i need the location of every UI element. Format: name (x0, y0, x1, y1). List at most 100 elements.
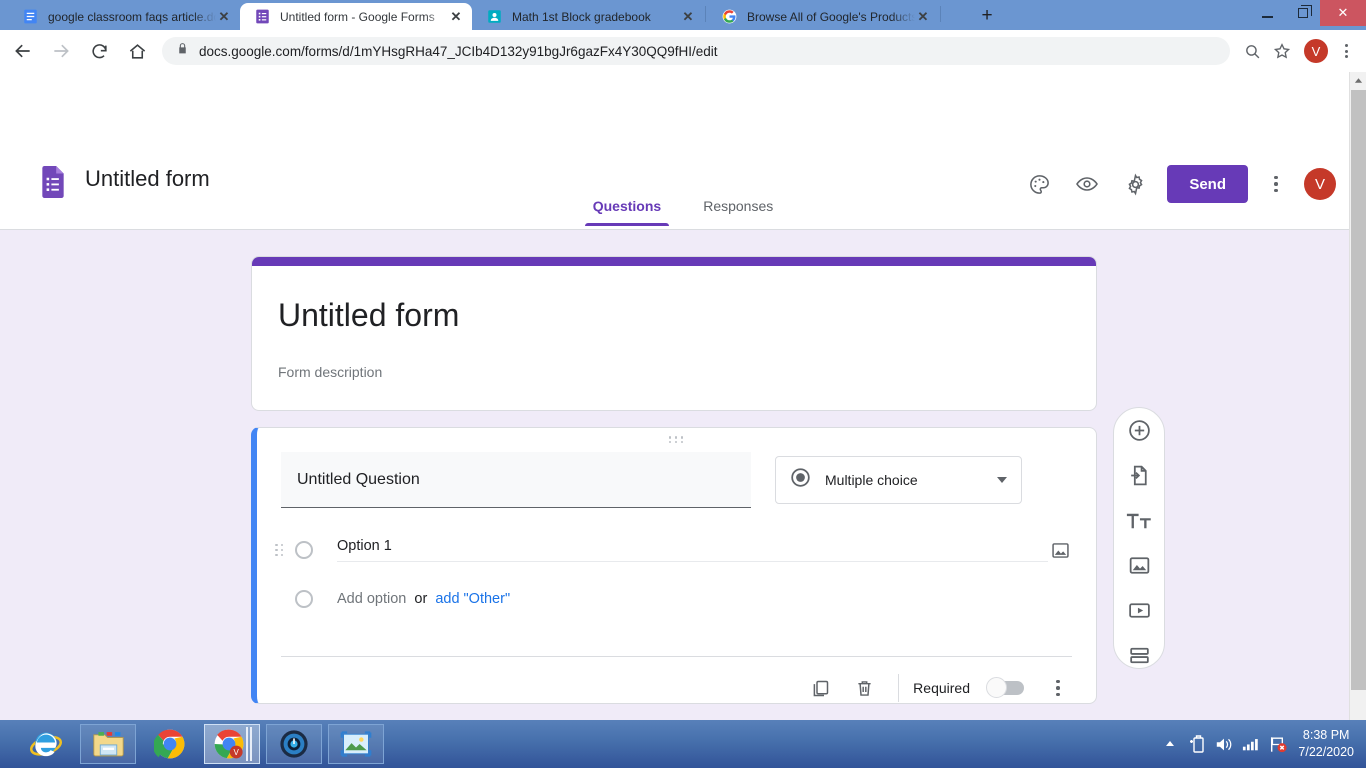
option-1-input[interactable]: Option 1 (337, 538, 1048, 562)
forms-header: Untitled form Send V (0, 72, 1366, 203)
minimize-button[interactable] (1250, 0, 1285, 26)
add-option-button[interactable]: Add option (337, 591, 406, 607)
form-tabs: Questions Responses (0, 188, 1366, 230)
tab-questions[interactable]: Questions (577, 188, 677, 226)
forward-icon (46, 36, 76, 66)
google-docs-icon (22, 9, 38, 25)
action-center-flag-error-icon[interactable] (1269, 733, 1287, 755)
network-signal-icon[interactable] (1242, 733, 1260, 755)
google-contacts-icon (486, 9, 502, 25)
scrollbar-thumb[interactable] (1351, 90, 1366, 690)
close-icon[interactable]: ✕ (680, 9, 696, 25)
browser-tab-1[interactable]: google classroom faqs article.doc ✕ (8, 3, 240, 30)
lock-icon (176, 42, 189, 60)
google-g-icon (721, 9, 737, 25)
or-label: or (414, 591, 428, 607)
add-title-icon (1125, 508, 1153, 534)
window-controls: ✕ (1250, 0, 1366, 26)
system-tray: 8:38 PM 7/22/2020 (1161, 720, 1360, 768)
back-icon[interactable] (8, 36, 38, 66)
question-actions: Required (800, 668, 1076, 708)
page-content: Untitled form Send V Questions Responses… (0, 72, 1366, 736)
form-canvas: Untitled form Form description Untitled … (0, 230, 1366, 736)
zoom-icon[interactable] (1238, 37, 1266, 65)
add-option-row-text: Add option or add "Other" (337, 591, 1072, 607)
volume-icon[interactable] (1215, 733, 1233, 755)
form-name-input[interactable]: Untitled form (278, 297, 1072, 334)
omnibox-actions: V (1238, 37, 1366, 65)
chrome-menu-icon[interactable] (1334, 44, 1358, 58)
taskbar-apps: V (18, 724, 384, 764)
close-icon[interactable]: ✕ (915, 9, 931, 25)
required-toggle[interactable] (986, 677, 1024, 698)
restore-button[interactable] (1285, 0, 1320, 26)
browser-tab-4[interactable]: Browse All of Google's Products & ✕ (707, 3, 939, 30)
question-type-dropdown[interactable]: Multiple choice (775, 456, 1022, 504)
form-header-stripe (252, 257, 1096, 266)
windows-taskbar: V 8:38 PM 7/22/2020 (0, 720, 1366, 768)
import-questions-icon[interactable] (1125, 463, 1153, 489)
duplicate-icon[interactable] (800, 668, 840, 708)
taskbar-media-player[interactable] (266, 724, 322, 764)
form-title-card[interactable]: Untitled form Form description (251, 256, 1097, 411)
form-description-input[interactable]: Form description (278, 364, 1072, 380)
required-label: Required (913, 680, 970, 696)
question-type-label: Multiple choice (825, 472, 918, 488)
add-section-icon[interactable] (1125, 642, 1153, 668)
close-icon[interactable]: ✕ (216, 9, 232, 25)
add-video-icon[interactable] (1125, 597, 1153, 623)
page-scrollbar[interactable] (1349, 72, 1366, 720)
radio-unselected-icon (295, 541, 313, 559)
tab-divider (940, 6, 941, 22)
taskbar-clock[interactable]: 8:38 PM 7/22/2020 (1298, 727, 1354, 761)
radio-button-icon (790, 467, 811, 493)
browser-tab-1-title: google classroom faqs article.doc (48, 9, 216, 24)
radio-unselected-icon (295, 590, 313, 608)
show-hidden-icons-icon[interactable] (1161, 733, 1179, 755)
option-row-1[interactable]: Option 1 (275, 538, 1072, 562)
battery-charging-icon[interactable] (1188, 733, 1206, 755)
taskbar-chrome[interactable] (142, 724, 198, 764)
clock-time: 8:38 PM (1302, 728, 1350, 742)
add-other-button[interactable]: add "Other" (435, 591, 510, 607)
drag-handle-icon[interactable] (668, 436, 686, 443)
taskbar-chrome-active-window[interactable]: V (204, 724, 260, 764)
chrome-browser-window: google classroom faqs article.doc ✕ Unti… (0, 0, 1366, 736)
browser-tab-2[interactable]: Untitled form - Google Forms ✕ (240, 3, 472, 30)
svg-text:V: V (233, 748, 239, 757)
add-image-icon[interactable] (1125, 552, 1153, 578)
address-bar[interactable]: docs.google.com/forms/d/1mYHsgRHa47_JCIb… (162, 37, 1230, 65)
delete-icon[interactable] (844, 668, 884, 708)
question-card[interactable]: Untitled Question Multiple choice Option… (251, 427, 1097, 704)
clock-date: 7/22/2020 (1298, 745, 1354, 759)
taskbar-file-explorer[interactable] (80, 724, 136, 764)
add-option-image-icon[interactable] (1048, 538, 1072, 562)
actions-divider (898, 674, 900, 702)
question-divider (281, 656, 1072, 657)
browser-tab-3[interactable]: Math 1st Block gradebook ✕ (472, 3, 704, 30)
browser-tab-4-title: Browse All of Google's Products & (747, 9, 915, 24)
question-title-input[interactable]: Untitled Question (281, 452, 751, 508)
question-more-options-icon[interactable] (1040, 679, 1076, 697)
reload-icon[interactable] (84, 36, 114, 66)
tab-list: google classroom faqs article.doc ✕ Unti… (8, 3, 942, 30)
bookmark-star-icon[interactable] (1268, 37, 1296, 65)
add-question-icon[interactable] (1125, 418, 1153, 444)
new-tab-button[interactable]: + (976, 6, 998, 28)
browser-tab-3-title: Math 1st Block gradebook (512, 9, 651, 24)
chevron-down-icon (997, 477, 1007, 483)
omnibox-bar: docs.google.com/forms/d/1mYHsgRHa47_JCIb… (0, 30, 1366, 72)
browser-profile-avatar[interactable]: V (1304, 39, 1328, 63)
browser-tab-2-title: Untitled form - Google Forms (280, 9, 435, 24)
tab-divider (705, 6, 706, 22)
close-icon[interactable]: ✕ (448, 9, 464, 25)
taskbar-photo-viewer[interactable] (328, 724, 384, 764)
option-drag-handle-icon[interactable] (275, 543, 289, 557)
close-window-button[interactable]: ✕ (1320, 0, 1366, 26)
taskbar-internet-explorer[interactable] (18, 724, 74, 764)
address-bar-url: docs.google.com/forms/d/1mYHsgRHa47_JCIb… (199, 43, 718, 59)
tab-responses[interactable]: Responses (687, 188, 789, 226)
add-option-row[interactable]: Add option or add "Other" (275, 590, 1072, 608)
scroll-up-icon[interactable] (1350, 72, 1366, 89)
home-icon[interactable] (122, 36, 152, 66)
